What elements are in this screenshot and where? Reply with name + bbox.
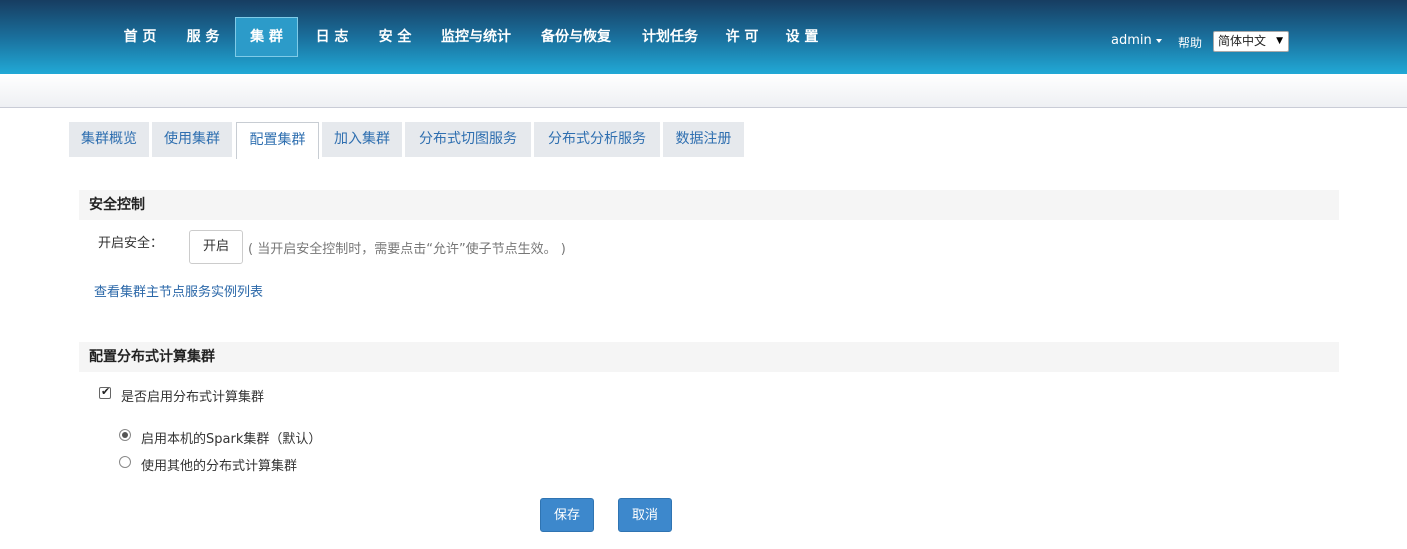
- tab-join-cluster[interactable]: 加入集群: [322, 122, 402, 157]
- enable-distributed-checkbox[interactable]: ✔: [99, 385, 111, 399]
- nav-item-cluster[interactable]: 集 群: [235, 17, 298, 57]
- nav-item-scheduled-tasks[interactable]: 计划任务: [634, 17, 706, 57]
- radio-local-spark[interactable]: [119, 429, 131, 441]
- enable-distributed-label: 是否启用分布式计算集群: [121, 390, 265, 405]
- nav-item-settings[interactable]: 设 置: [778, 17, 826, 57]
- nav-item-monitoring[interactable]: 监控与统计: [434, 17, 518, 57]
- nav-item-home[interactable]: 首 页: [112, 17, 168, 57]
- tab-configure-cluster[interactable]: 配置集群: [236, 122, 319, 159]
- caret-down-icon: [1155, 38, 1162, 43]
- tab-distributed-analysis[interactable]: 分布式分析服务: [534, 122, 660, 157]
- language-select-value: 简体中文: [1218, 34, 1267, 48]
- tab-use-cluster[interactable]: 使用集群: [152, 122, 232, 157]
- tab-distributed-tiling[interactable]: 分布式切图服务: [405, 122, 531, 157]
- nav-item-security[interactable]: 安 全: [367, 17, 423, 57]
- nav-item-services[interactable]: 服 务: [174, 17, 232, 57]
- tab-data-registration[interactable]: 数据注册: [663, 122, 744, 157]
- user-name: admin: [1111, 33, 1152, 48]
- enable-security-label: 开启安全：: [98, 236, 164, 251]
- dropdown-arrow-icon: ▼: [1276, 36, 1283, 46]
- tab-cluster-overview[interactable]: 集群概览: [69, 122, 149, 157]
- radio-selected-dot: [122, 432, 128, 438]
- radio-other-cluster[interactable]: [119, 456, 131, 468]
- distributed-section-header: 配置分布式计算集群: [79, 342, 1339, 372]
- master-node-instances-link[interactable]: 查看集群主节点服务实例列表: [94, 281, 263, 300]
- nav-item-license[interactable]: 许 可: [718, 17, 766, 57]
- sub-header-bar: [0, 74, 1407, 108]
- security-section-header: 安全控制: [79, 190, 1339, 220]
- save-button[interactable]: 保存: [540, 498, 594, 532]
- check-icon: ✔: [101, 385, 111, 398]
- radio-local-spark-label: 启用本机的Spark集群（默认）: [141, 432, 322, 447]
- language-select[interactable]: 简体中文 ▼: [1213, 31, 1289, 52]
- nav-item-logs[interactable]: 日 志: [304, 17, 360, 57]
- security-hint-text: ( 当开启安全控制时，需要点击“允许”使子节点生效。 ): [248, 242, 566, 257]
- user-menu[interactable]: admin: [1111, 33, 1162, 48]
- cancel-button[interactable]: 取消: [618, 498, 672, 532]
- help-link[interactable]: 帮助: [1178, 34, 1202, 51]
- top-navigation-bar: 首 页 服 务 集 群 日 志 安 全 监控与统计 备份与恢复 计划任务 许 可…: [0, 0, 1407, 74]
- nav-item-backup[interactable]: 备份与恢复: [534, 17, 618, 57]
- radio-other-cluster-label: 使用其他的分布式计算集群: [141, 459, 298, 474]
- enable-security-button[interactable]: 开启: [189, 230, 243, 264]
